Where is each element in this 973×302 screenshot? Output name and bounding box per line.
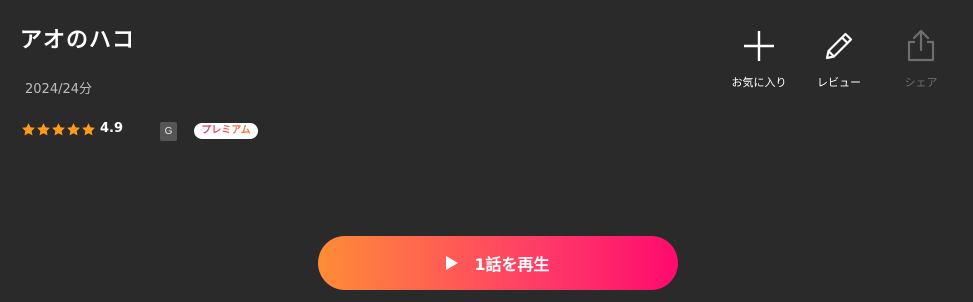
play-episode-button[interactable]: 1話を再生 [318, 236, 678, 290]
plus-icon [744, 31, 774, 61]
page-title: アオのハコ [20, 28, 136, 53]
star-icon [37, 122, 50, 135]
premium-badge: プレミアム [194, 123, 258, 139]
pencil-icon [825, 32, 853, 60]
star-rating [21, 122, 96, 137]
age-rating-badge: G [160, 122, 177, 141]
share-icon [907, 29, 935, 62]
premium-badge-label: プレミアム [201, 125, 251, 136]
star-icon [22, 122, 35, 135]
share-button[interactable]: シェア [886, 28, 956, 90]
star-icon [67, 122, 80, 135]
rating: 4.9 [21, 119, 123, 139]
favorite-button[interactable]: お気に入り [724, 28, 794, 90]
favorite-label: お気に入り [731, 76, 787, 89]
review-label: レビュー [817, 76, 861, 89]
star-icon [82, 122, 95, 135]
star-icon [52, 122, 65, 135]
rating-value: 4.9 [100, 121, 124, 136]
share-label: シェア [904, 76, 938, 89]
play-button-label: 1話を再生 [474, 255, 550, 274]
play-icon [446, 256, 459, 270]
release-meta: 2024/24分 [25, 82, 93, 97]
title-detail-header: アオのハコ 2024/24分 4.9 G プレミアム お気に入り レビュー シェ… [0, 0, 973, 302]
review-button[interactable]: レビュー [804, 28, 874, 90]
